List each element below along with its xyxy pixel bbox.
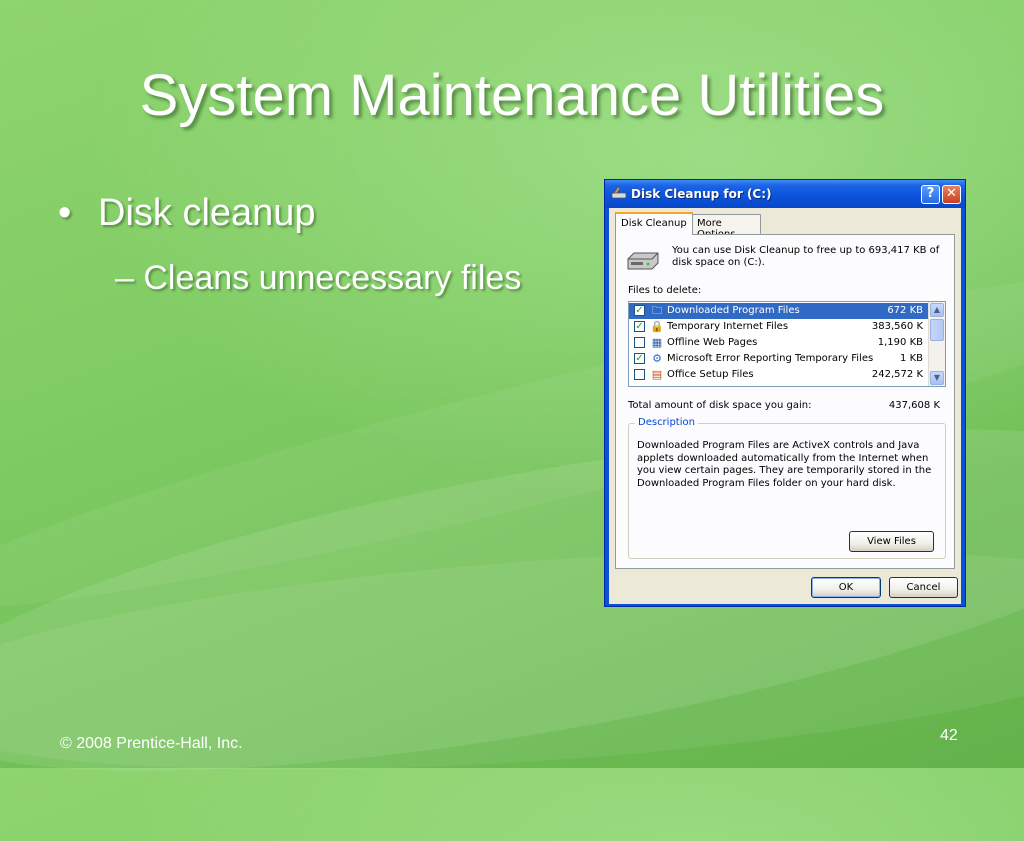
file-category-size: 383,560 K bbox=[871, 321, 923, 332]
view-files-button[interactable]: View Files bbox=[849, 531, 934, 552]
file-category-name: Temporary Internet Files bbox=[667, 321, 789, 332]
office-setup-icon: ▤ bbox=[651, 368, 663, 381]
list-item[interactable]: ✓ 🔒 Temporary Internet Files 383,560 K bbox=[629, 319, 929, 335]
files-to-delete-list[interactable]: ✓ 🗀 Downloaded Program Files 672 KB ✓ 🔒 … bbox=[628, 301, 946, 387]
scroll-thumb[interactable] bbox=[930, 319, 944, 341]
file-category-size: 242,572 K bbox=[871, 369, 923, 380]
copyright-footer: © 2008 Prentice-Hall, Inc. bbox=[60, 735, 243, 752]
list-item[interactable]: ▤ Office Setup Files 242,572 K bbox=[629, 367, 929, 383]
files-to-delete-label: Files to delete: bbox=[628, 285, 702, 296]
description-title: Description bbox=[635, 417, 698, 428]
folder-icon: 🗀 bbox=[651, 304, 663, 317]
sub-bullet-cleans-files: – Cleans unnecessary files bbox=[115, 259, 522, 297]
file-category-size: 1,190 KB bbox=[877, 337, 923, 348]
total-space-value: 437,608 K bbox=[888, 400, 940, 411]
list-item[interactable]: ✓ 🗀 Downloaded Program Files 672 KB bbox=[629, 303, 929, 319]
file-category-size: 672 KB bbox=[887, 305, 923, 316]
dialog-client-area: Disk Cleanup More Options You can use Di… bbox=[609, 208, 961, 604]
file-category-name: Offline Web Pages bbox=[667, 337, 758, 348]
file-category-name: Microsoft Error Reporting Temporary File… bbox=[667, 353, 874, 364]
file-category-size: 1 KB bbox=[900, 353, 923, 364]
dialog-title: Disk Cleanup for (C:) bbox=[631, 187, 772, 201]
checkbox[interactable]: ✓ bbox=[634, 305, 645, 316]
checkbox[interactable]: ✓ bbox=[634, 321, 645, 332]
bullet-disk-cleanup: • Disk cleanup bbox=[58, 192, 316, 235]
checkbox[interactable] bbox=[634, 337, 645, 348]
disk-cleanup-dialog: Disk Cleanup for (C:) ? ✕ Disk Cleanup M… bbox=[604, 179, 966, 607]
description-text: Downloaded Program Files are ActiveX con… bbox=[637, 440, 932, 489]
list-item[interactable]: ✓ ⚙ Microsoft Error Reporting Temporary … bbox=[629, 351, 929, 367]
checkbox[interactable] bbox=[634, 369, 645, 380]
slide-title: System Maintenance Utilities bbox=[139, 63, 885, 128]
scroll-up-icon[interactable]: ▲ bbox=[930, 303, 944, 317]
description-group: Description Downloaded Program Files are… bbox=[628, 417, 946, 559]
close-button[interactable]: ✕ bbox=[942, 185, 961, 204]
file-category-name: Downloaded Program Files bbox=[667, 305, 800, 316]
bullet-marker: • bbox=[58, 192, 72, 234]
lock-icon: 🔒 bbox=[650, 320, 664, 333]
scroll-down-icon[interactable]: ▼ bbox=[930, 371, 944, 385]
page-number: 42 bbox=[940, 727, 958, 744]
tab-more-options[interactable]: More Options bbox=[691, 214, 761, 240]
cancel-button[interactable]: Cancel bbox=[889, 577, 958, 598]
checkbox[interactable]: ✓ bbox=[634, 353, 645, 364]
disk-cleanup-icon bbox=[611, 186, 627, 199]
list-item[interactable]: ▦ Offline Web Pages 1,190 KB bbox=[629, 335, 929, 351]
disk-cleanup-panel: You can use Disk Cleanup to free up to 6… bbox=[615, 234, 955, 569]
help-button[interactable]: ? bbox=[921, 185, 940, 204]
list-scrollbar[interactable]: ▲ ▼ bbox=[928, 302, 945, 386]
dialog-title-bar[interactable]: Disk Cleanup for (C:) ? ✕ bbox=[605, 180, 965, 208]
ok-button[interactable]: OK bbox=[811, 577, 881, 598]
total-space-label: Total amount of disk space you gain: bbox=[628, 400, 812, 411]
tab-disk-cleanup[interactable]: Disk Cleanup bbox=[615, 212, 693, 235]
intro-text: You can use Disk Cleanup to free up to 6… bbox=[672, 245, 940, 268]
web-page-icon: ▦ bbox=[651, 336, 663, 349]
bullet-text: Disk cleanup bbox=[98, 192, 316, 234]
file-category-name: Office Setup Files bbox=[667, 369, 754, 380]
error-report-icon: ⚙ bbox=[652, 352, 662, 365]
hard-drive-icon bbox=[627, 252, 659, 270]
